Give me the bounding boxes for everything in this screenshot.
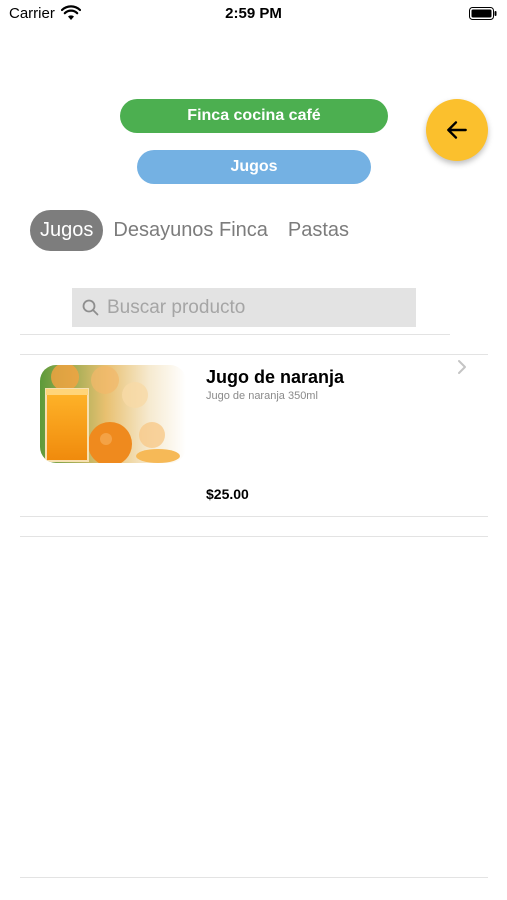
restaurant-pill[interactable]: Finca cocina café (120, 99, 388, 133)
search-icon (82, 299, 99, 316)
restaurant-pill-label: Finca cocina café (187, 107, 321, 124)
category-pill-label: Jugos (230, 158, 278, 175)
divider (20, 536, 488, 537)
category-tabs: Jugos Desayunos Finca Pastas (30, 210, 359, 251)
search-input[interactable] (107, 296, 407, 319)
arrow-left-icon (447, 121, 467, 139)
product-name: Jugo de naranja (206, 367, 345, 387)
divider (20, 877, 488, 878)
product-description: Jugo de naranja 350ml (206, 390, 318, 402)
status-time: 2:59 PM (225, 5, 282, 22)
search-bar[interactable] (72, 288, 416, 327)
product-image (40, 365, 186, 463)
divider (20, 516, 488, 517)
back-button[interactable] (426, 99, 488, 161)
product-row[interactable]: Jugo de naranja Jugo de naranja 350ml $2… (20, 355, 488, 516)
divider (20, 334, 450, 335)
battery-icon (469, 7, 497, 20)
chevron-right-icon (458, 360, 466, 374)
status-bar: Carrier 2:59 PM (0, 0, 507, 30)
tab-pastas[interactable]: Pastas (278, 210, 359, 251)
category-pill[interactable]: Jugos (137, 150, 371, 184)
product-price: $25.00 (206, 486, 249, 502)
tab-desayunos-finca[interactable]: Desayunos Finca (103, 210, 278, 251)
tab-jugos[interactable]: Jugos (30, 210, 104, 251)
